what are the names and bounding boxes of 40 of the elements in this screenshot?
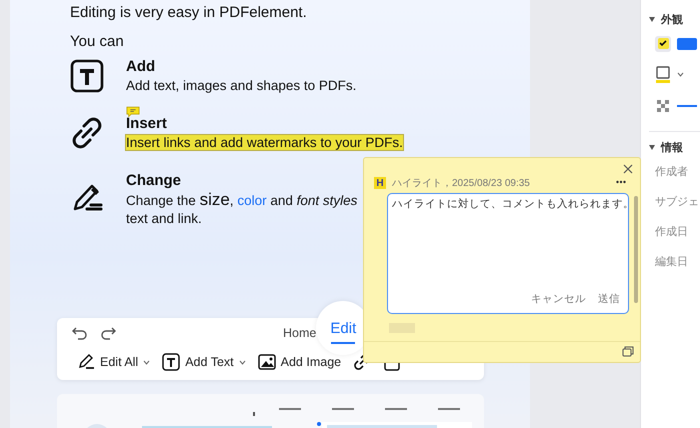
lead-text: You can bbox=[70, 33, 125, 50]
comment-field[interactable]: ハイライトに対して、コメントも入れられます。 キャンセル 送信 bbox=[387, 193, 629, 314]
feature-description: text and link. bbox=[126, 211, 202, 226]
caret-icon[interactable] bbox=[677, 72, 684, 77]
feature-description: Change the size, color and font styles bbox=[126, 192, 358, 208]
text-box-icon bbox=[70, 58, 104, 92]
feature-title: Add bbox=[126, 58, 156, 75]
property-label: 編集日 bbox=[655, 254, 689, 270]
property-label: 作成日 bbox=[655, 224, 689, 240]
pen-icon bbox=[77, 353, 95, 371]
feature-title: Change bbox=[126, 172, 182, 189]
toolbar-tab[interactable]: Home bbox=[283, 326, 316, 340]
section-title: 情報 bbox=[661, 140, 683, 154]
scrollbar[interactable] bbox=[634, 196, 638, 303]
comment-note-icon[interactable] bbox=[126, 106, 140, 117]
image-icon bbox=[258, 353, 276, 371]
expanded-icon[interactable] bbox=[649, 144, 655, 150]
comment-button[interactable]: 送信 bbox=[598, 292, 620, 306]
toolbar-tool[interactable]: Add Image bbox=[258, 353, 342, 371]
copy-icon[interactable] bbox=[622, 346, 634, 357]
feature-description: Add text, images and shapes to PDFs. bbox=[126, 78, 356, 93]
color-swatch[interactable] bbox=[655, 36, 671, 52]
close-icon[interactable] bbox=[622, 163, 634, 175]
feature-title: Insert bbox=[126, 115, 167, 132]
toolbar-tool[interactable]: Add Text bbox=[162, 353, 246, 371]
feature-description: Insert links and add watermarks to your PDFs. bbox=[126, 135, 403, 150]
border-color-icon[interactable] bbox=[655, 66, 671, 84]
property-label: 作成者 bbox=[655, 164, 689, 180]
intro-text: Editing is very easy in PDFelement. bbox=[70, 4, 308, 21]
more-icon[interactable] bbox=[616, 180, 626, 184]
comment-header: ハイライト，2025/08/23 09:35 bbox=[392, 177, 530, 190]
color-bar[interactable] bbox=[677, 38, 697, 50]
expanded-icon[interactable] bbox=[649, 16, 655, 22]
property-label: サブジェ bbox=[655, 194, 700, 210]
highlight-badge: H bbox=[374, 177, 386, 189]
link-icon bbox=[70, 116, 104, 150]
section-title: 外観 bbox=[661, 12, 683, 26]
toolbar-tool[interactable]: Edit All bbox=[77, 353, 150, 371]
text-box-icon bbox=[162, 353, 180, 371]
comment-button[interactable]: キャンセル bbox=[531, 292, 586, 306]
